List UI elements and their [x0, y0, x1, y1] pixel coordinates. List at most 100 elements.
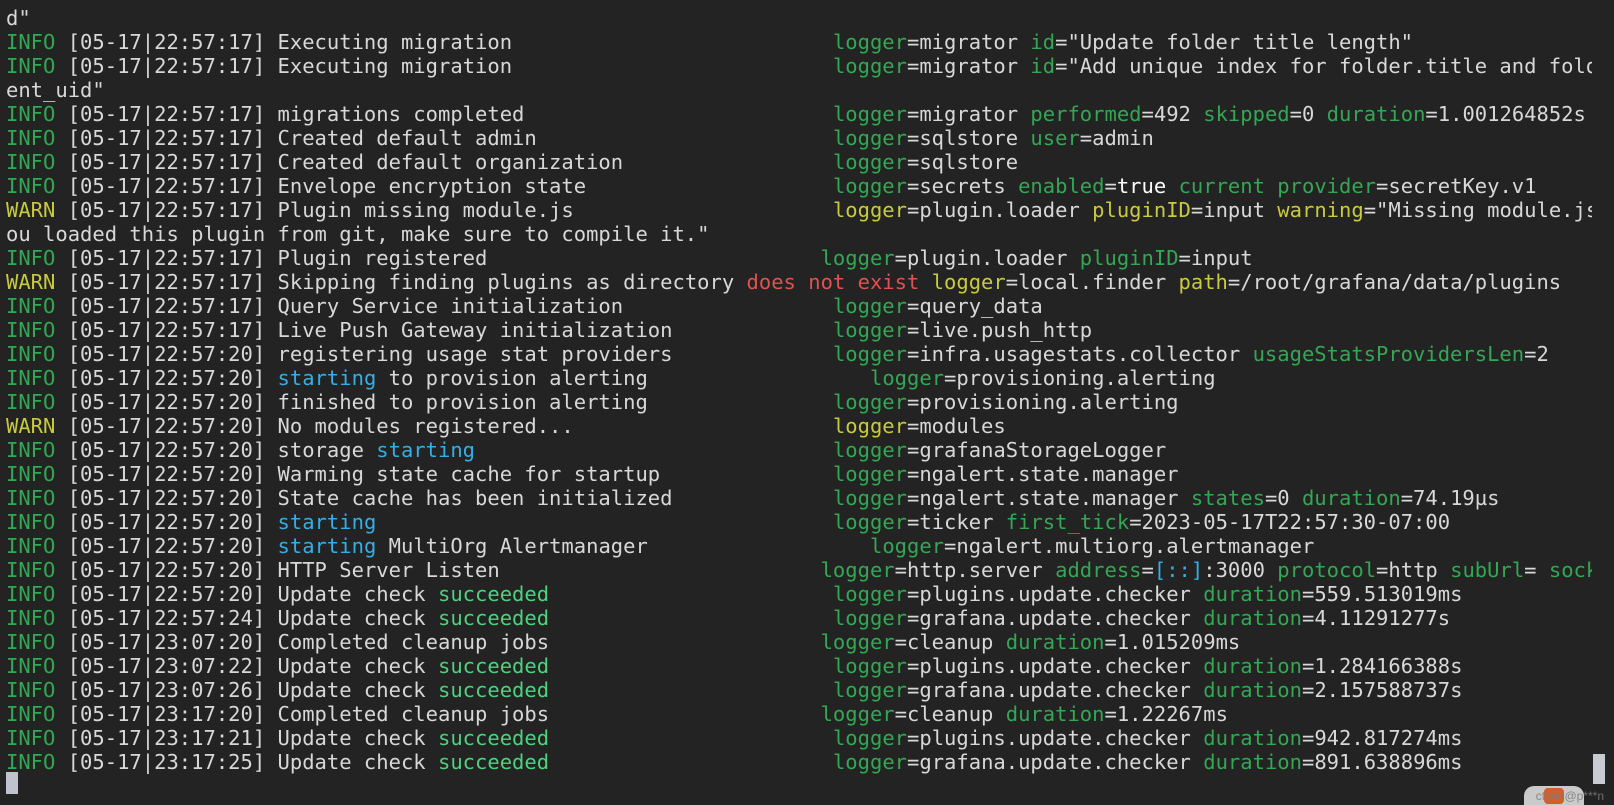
- log-segment: succeeded: [437, 726, 550, 750]
- log-line: INFO [05-17|22:57:17] Executing migratio…: [6, 30, 1592, 54]
- log-line: INFO [05-17|22:57:17] Created default or…: [6, 150, 1592, 174]
- log-segment: [376, 510, 833, 534]
- log-segment: logger: [820, 702, 895, 726]
- log-segment: usageStatsProvidersLen: [1252, 342, 1525, 366]
- log-segment: [549, 606, 833, 630]
- log-segment: INFO: [6, 30, 68, 54]
- log-segment: logger: [832, 390, 907, 414]
- log-line: INFO [05-17|22:57:17] Query Service init…: [6, 294, 1592, 318]
- log-segment: INFO: [6, 126, 68, 150]
- log-segment: =http: [1376, 558, 1451, 582]
- log-segment: logger: [832, 582, 908, 606]
- log-segment: =provisioning.alerting: [944, 366, 1216, 390]
- log-segment: INFO: [6, 246, 68, 270]
- log-segment: =4.11291277s: [1301, 606, 1451, 630]
- log-line: INFO [05-17|22:57:20] starting logger=ti…: [6, 510, 1592, 534]
- terminal-output: d" INFO [05-17|22:57:17] Executing migrat…: [6, 6, 1592, 774]
- log-line: d": [6, 6, 1592, 30]
- log-line: INFO [05-17|22:57:20] registering usage …: [6, 342, 1592, 366]
- log-segment: [05-17|22:57:17] Plugin missing module.j…: [67, 198, 833, 222]
- log-segment: logger: [832, 462, 907, 486]
- log-line: INFO [05-17|22:57:17] Live Push Gateway …: [6, 318, 1592, 342]
- text-cursor[interactable]: [6, 772, 18, 794]
- log-segment: logger: [832, 174, 907, 198]
- log-segment: =migrator: [907, 54, 1031, 78]
- log-segment: succeeded: [437, 606, 550, 630]
- log-segment: =provisioning.alerting: [907, 390, 1179, 414]
- log-segment: [05-17|22:57:17] migrations completed: [67, 102, 833, 126]
- log-segment: pluginID: [1092, 198, 1191, 222]
- log-segment: [::]: [1153, 558, 1204, 582]
- log-segment: [475, 438, 833, 462]
- log-line: WARN [05-17|22:57:17] Skipping finding p…: [6, 270, 1592, 294]
- log-segment: logger: [820, 558, 895, 582]
- log-segment: INFO: [6, 294, 68, 318]
- log-segment: =sqlstore: [907, 150, 1019, 174]
- log-segment: logger: [832, 294, 907, 318]
- log-segment: [05-17|22:57:17] Executing migration: [67, 54, 833, 78]
- log-segment: [05-17|22:57:20]: [67, 510, 278, 534]
- log-segment: [05-17|23:07:26] Update check: [67, 678, 438, 702]
- log-segment: =ticker: [907, 510, 1006, 534]
- log-segment: duration: [1203, 678, 1302, 702]
- log-segment: to provision alerting: [376, 366, 870, 390]
- log-segment: =cleanup: [894, 702, 1006, 726]
- log-segment: =grafanaStorageLogger: [907, 438, 1167, 462]
- log-segment: user: [1030, 126, 1080, 150]
- log-segment: =559.513019ms: [1301, 582, 1463, 606]
- log-segment: [05-17|22:57:17] Created default admin: [67, 126, 833, 150]
- log-segment: ="Update folder title length": [1055, 30, 1414, 54]
- log-segment: INFO: [6, 462, 68, 486]
- log-segment: logger: [832, 342, 907, 366]
- log-segment: [05-17|23:17:21] Update check: [67, 726, 438, 750]
- log-segment: duration: [1203, 654, 1302, 678]
- log-segment: =grafana.update.checker: [907, 750, 1204, 774]
- log-segment: logger: [832, 726, 908, 750]
- log-segment: ="Add unique index for folder.title and …: [1055, 54, 1592, 78]
- log-segment: duration: [1326, 102, 1426, 126]
- log-segment: INFO: [6, 438, 68, 462]
- log-line: INFO [05-17|23:07:26] Update check succe…: [6, 678, 1592, 702]
- log-line: ent_uid": [6, 78, 1592, 102]
- log-segment: duration: [1203, 750, 1302, 774]
- log-segment: duration: [1203, 726, 1302, 750]
- log-segment: logger: [832, 30, 907, 54]
- log-segment: logger: [820, 630, 895, 654]
- log-segment: INFO: [6, 534, 68, 558]
- log-segment: socket: [1548, 558, 1592, 582]
- log-segment: logger: [832, 198, 907, 222]
- log-segment: logger: [832, 150, 907, 174]
- scrollbar[interactable]: [1591, 0, 1607, 805]
- log-segment: INFO: [6, 150, 68, 174]
- log-segment: [05-17|22:57:20] finished to provision a…: [67, 390, 833, 414]
- log-segment: logger: [832, 678, 908, 702]
- log-segment: duration: [1005, 630, 1105, 654]
- log-line: INFO [05-17|22:57:17] Plugin registered …: [6, 246, 1592, 270]
- log-segment: [05-17|22:57:17] Created default organiz…: [67, 150, 833, 174]
- log-segment: first_tick: [1005, 510, 1130, 534]
- log-segment: INFO: [6, 606, 68, 630]
- log-segment: =0: [1264, 486, 1302, 510]
- log-segment: logger: [832, 654, 908, 678]
- log-segment: duration: [1203, 606, 1302, 630]
- log-segment: =input: [1178, 246, 1253, 270]
- log-segment: =plugins.update.checker: [907, 726, 1204, 750]
- log-segment: logger: [832, 54, 907, 78]
- log-segment: =2023-05-17T22:57:30-07:00: [1129, 510, 1451, 534]
- log-segment: INFO: [6, 390, 68, 414]
- log-segment: INFO: [6, 702, 68, 726]
- scrollbar-thumb[interactable]: [1593, 754, 1605, 784]
- log-segment: [05-17|22:57:24] Update check: [67, 606, 438, 630]
- log-segment: INFO: [6, 630, 68, 654]
- log-segment: [05-17|22:57:17] Envelope encryption sta…: [67, 174, 833, 198]
- log-segment: =live.push_http: [907, 318, 1093, 342]
- log-line: INFO [05-17|23:17:25] Update check succe…: [6, 750, 1592, 774]
- log-line: INFO [05-17|22:57:20] storage starting l…: [6, 438, 1592, 462]
- log-segment: warning: [1277, 198, 1364, 222]
- log-segment: MultiOrg Alertmanager: [376, 534, 870, 558]
- log-segment: logger: [832, 750, 908, 774]
- log-line: INFO [05-17|22:57:17] Executing migratio…: [6, 54, 1592, 78]
- log-segment: duration: [1301, 486, 1401, 510]
- log-segment: [549, 582, 833, 606]
- log-segment: =891.638896ms: [1301, 750, 1463, 774]
